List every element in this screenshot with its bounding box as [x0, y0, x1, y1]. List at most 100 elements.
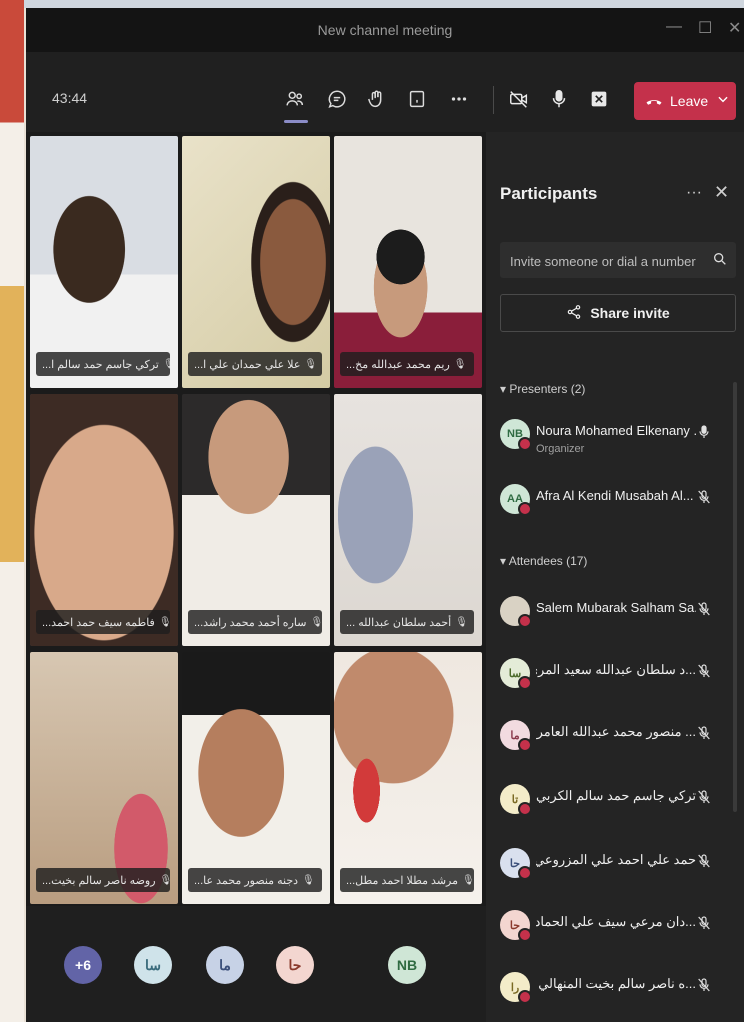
- invite-input[interactable]: [500, 242, 712, 280]
- participant-name: فاطمه سيف حمد احمد...: [42, 616, 155, 629]
- participant-row[interactable]: AA Afra Al Kendi Musabah Al...: [500, 482, 740, 522]
- mic-off-icon: [696, 852, 712, 875]
- avatar: حا: [500, 910, 532, 942]
- participant-name: ...دان مرعي سيف علي الحمادي: [536, 914, 696, 929]
- mic-icon: 🎙: [159, 874, 170, 886]
- participant-row[interactable]: NB Noura Mohamed Elkenany ... Organizer: [500, 417, 740, 457]
- more-actions-icon[interactable]: [446, 86, 472, 112]
- mic-on-icon: [696, 423, 712, 446]
- share-invite-label: Share invite: [590, 305, 670, 321]
- status-dot: [518, 676, 532, 690]
- window-title: New channel meeting: [317, 22, 453, 38]
- search-icon[interactable]: [712, 251, 728, 272]
- self-avatar[interactable]: NB: [388, 946, 426, 984]
- participant-nametag: 🎙 دجنه منصور محمد عا...: [188, 868, 322, 892]
- leave-button[interactable]: Leave: [634, 82, 736, 120]
- participant-nametag: 🎙 فاطمه سيف حمد احمد...: [36, 610, 170, 634]
- avatar: AA: [500, 484, 532, 516]
- participant-name: تركي جاسم حمد سالم ا...: [42, 358, 159, 371]
- mic-icon: 🎙: [310, 616, 322, 628]
- video-tile[interactable]: 🎙 ساره أحمد محمد راشد...: [182, 394, 330, 646]
- more-participants-avatar[interactable]: +6: [64, 946, 102, 984]
- participant-row[interactable]: سا ...د سلطان عبدالله سعيد المري: [500, 656, 740, 696]
- participant-row[interactable]: را ...ه ناصر سالم بخيت المنهالي: [500, 970, 740, 1010]
- background-top: [24, 0, 744, 8]
- meeting-window: New channel meeting — ☐ ✕ 43:44 Leave 🎙 …: [26, 8, 744, 1022]
- avatar-initials: را: [510, 981, 520, 994]
- chat-icon[interactable]: [324, 86, 350, 112]
- meeting-toolbar: 43:44 Leave: [26, 52, 744, 132]
- mic-off-icon: [696, 914, 712, 937]
- hang-up-icon: [644, 91, 664, 116]
- share-icon: [566, 304, 582, 323]
- avatar[interactable]: ما: [206, 946, 244, 984]
- mic-icon: 🎙: [453, 358, 467, 370]
- participant-nametag: 🎙 ريم محمد عبدالله مخ...: [340, 352, 474, 376]
- participant-name: دجنه منصور محمد عا...: [194, 874, 299, 887]
- maximize-icon[interactable]: ☐: [698, 18, 712, 38]
- share-screen-icon[interactable]: [586, 86, 612, 112]
- panel-title: Participants: [500, 184, 598, 203]
- participant-name: تركي جاسم حمد سالم الكربي: [536, 788, 696, 803]
- meeting-timer: 43:44: [52, 90, 88, 106]
- participant-name: ...د سلطان عبدالله سعيد المري: [536, 662, 696, 677]
- people-active-indicator: [284, 120, 308, 123]
- avatar-initials: حا: [509, 857, 521, 870]
- mic-icon: 🎙: [462, 874, 474, 886]
- attendees-section-header[interactable]: ▾ Attendees (17): [500, 554, 587, 568]
- video-tile[interactable]: 🎙 فاطمه سيف حمد احمد...: [30, 394, 178, 646]
- participant-name: Afra Al Kendi Musabah Al...: [536, 488, 694, 503]
- video-tile[interactable]: 🎙 أحمد سلطان عبدالله ...: [334, 394, 482, 646]
- participant-row[interactable]: Salem Mubarak Salham Sa...: [500, 594, 740, 634]
- participant-row[interactable]: تا تركي جاسم حمد سالم الكربي: [500, 782, 740, 822]
- panel-scrollbar[interactable]: [733, 382, 737, 812]
- video-tile[interactable]: 🎙 علا علي حمدان علي ا...: [182, 136, 330, 388]
- status-dot: [518, 738, 532, 752]
- video-tile[interactable]: 🎙 ريم محمد عبدالله مخ...: [334, 136, 482, 388]
- reactions-icon[interactable]: [364, 86, 390, 112]
- mic-off-icon: [696, 662, 712, 685]
- participant-name: مرشد مطلا احمد مطل...: [346, 874, 459, 887]
- video-tile[interactable]: 🎙 مرشد مطلا احمد مطل...: [334, 652, 482, 904]
- avatar-label: حا: [288, 956, 302, 973]
- participant-row[interactable]: حا ...دان مرعي سيف علي الحمادي: [500, 908, 740, 948]
- avatar-label: سا: [145, 956, 161, 973]
- participant-name: ...ه ناصر سالم بخيت المنهالي: [538, 976, 696, 991]
- avatar[interactable]: سا: [134, 946, 172, 984]
- avatar-initials: تا: [511, 793, 519, 806]
- mic-off-icon: [696, 488, 712, 511]
- participant-row[interactable]: ما ... منصور محمد عبدالله العامري: [500, 718, 740, 758]
- close-window-icon[interactable]: ✕: [728, 18, 741, 38]
- chevron-down-icon[interactable]: [716, 92, 730, 111]
- status-dot: [518, 437, 532, 451]
- participant-name: ... منصور محمد عبدالله العامري: [536, 724, 696, 739]
- video-grid: 🎙 تركي جاسم حمد سالم ا... 🎙 علا علي حمدان …: [30, 136, 482, 906]
- presenters-label: Presenters (2): [509, 382, 586, 396]
- video-tile[interactable]: 🎙 تركي جاسم حمد سالم ا...: [30, 136, 178, 388]
- video-tile[interactable]: 🎙 روضه ناصر سالم بخيت...: [30, 652, 178, 904]
- minimize-icon[interactable]: —: [666, 18, 682, 36]
- video-tile[interactable]: 🎙 دجنه منصور محمد عا...: [182, 652, 330, 904]
- people-icon[interactable]: [282, 86, 308, 112]
- presenters-section-header[interactable]: ▾ Presenters (2): [500, 382, 585, 396]
- microphone-icon[interactable]: [546, 86, 572, 112]
- close-panel-icon[interactable]: ✕: [714, 182, 729, 203]
- status-dot: [518, 802, 532, 816]
- avatar[interactable]: حا: [276, 946, 314, 984]
- more-options-icon[interactable]: ···: [686, 184, 702, 202]
- camera-off-icon[interactable]: [506, 86, 532, 112]
- invite-field[interactable]: [500, 242, 736, 280]
- participant-name: علا علي حمدان علي ا...: [194, 358, 301, 371]
- participant-nametag: 🎙 علا علي حمدان علي ا...: [188, 352, 322, 376]
- participant-row[interactable]: حا حمد علي احمد علي المزروعي: [500, 846, 740, 886]
- mic-icon: 🎙: [158, 616, 170, 628]
- participant-name: حمد علي احمد علي المزروعي: [536, 852, 696, 867]
- share-invite-button[interactable]: Share invite: [500, 294, 736, 332]
- avatar: تا: [500, 784, 532, 816]
- rooms-icon[interactable]: [404, 86, 430, 112]
- leave-label: Leave: [670, 93, 709, 109]
- status-dot: [518, 928, 532, 942]
- participant-name: Noura Mohamed Elkenany ...: [536, 423, 696, 438]
- participant-nametag: 🎙 مرشد مطلا احمد مطل...: [340, 868, 474, 892]
- participant-name: ساره أحمد محمد راشد...: [194, 616, 307, 629]
